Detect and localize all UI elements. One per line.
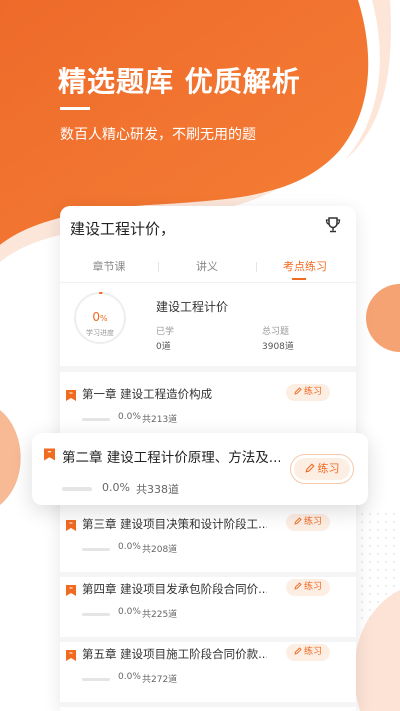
tabs-divider [60,282,356,283]
practice-button[interactable]: 练习 [286,579,330,596]
bookmark-icon [66,520,76,531]
pen-icon [294,582,302,590]
progress-label: 学习进度 [86,329,114,337]
chapter-progress-bar [82,613,110,616]
chapter-percent: 0.0% [102,481,130,494]
progress-percent: 0% [92,310,108,324]
tab-handout[interactable]: 讲义 [158,258,256,274]
highlighted-chapter-row[interactable]: 第二章 建设工程计价原理、方法及... 0.0% 共338道 练习 [32,433,368,505]
chapter-total: 共213道 [142,415,178,425]
chapter-title: 第四章 建设项目发承包阶段合同价... [82,582,267,596]
practice-button[interactable]: 练习 [286,644,330,661]
practice-button[interactable]: 练习 [286,514,330,531]
chapter-title: 第一章 建设工程造价构成 [82,387,213,401]
chapter-progress-bar [82,678,110,681]
practice-button[interactable]: 练习 [286,384,330,401]
banner-tagline: 数百人精心研发，不刷无用的题 [60,127,256,143]
pen-icon [294,387,302,395]
chapter-total: 共225道 [142,610,178,620]
chapter-percent: 0.0% [118,542,141,552]
tab-point-practice[interactable]: 考点练习 [256,258,354,274]
chapter-total: 共272道 [142,675,178,685]
chapter-percent: 0.0% [118,607,141,617]
chapter-total: 共338道 [136,483,179,496]
chapter-total: 共208道 [142,545,178,555]
chapter-progress-bar [82,418,110,421]
pen-icon [294,517,302,525]
bookmark-icon [66,390,76,401]
section-divider [60,366,356,372]
bookmark-icon [66,650,76,661]
practice-button-ring: 练习 [290,454,354,484]
pen-icon [294,647,302,655]
banner-divider [60,107,90,110]
trophy-icon[interactable] [324,216,342,234]
tab-chapter-course[interactable]: 章节课 [60,258,158,274]
pen-icon [304,463,315,473]
studied-value: 0道 [156,342,171,352]
chapter-title: 第五章 建设项目施工阶段合同价款... [82,647,267,661]
chapter-title: 第二章 建设工程计价原理、方法及... [62,450,280,466]
course-title: 建设工程计价， [70,220,176,238]
summary-title: 建设工程计价 [156,300,229,314]
chapter-percent: 0.0% [118,672,141,682]
practice-button[interactable]: 练习 [294,458,350,480]
row-divider [60,572,356,577]
bookmark-icon [44,448,55,461]
chapter-title: 第三章 建设项目决策和设计阶段工... [82,517,267,531]
banner-headline: 精选题库 优质解析 [58,65,301,98]
bookmark-icon [66,585,76,596]
chapter-progress-bar [62,487,92,491]
row-divider [60,637,356,642]
active-tab-indicator [292,278,306,280]
studied-label: 已学 [156,327,175,337]
total-questions-value: 3908道 [262,342,294,352]
chapter-percent: 0.0% [118,412,141,422]
row-divider [60,702,356,707]
chapter-row[interactable]: 第五章 建设项目施工阶段合同价款... 练习 0.0% 共272道 [60,644,356,707]
chapter-row[interactable]: 第三章 建设项目决策和设计阶段工... 练习 0.0% 共208道 [60,514,356,577]
chapter-progress-bar [82,548,110,551]
chapter-row[interactable]: 第四章 建设项目发承包阶段合同价... 练习 0.0% 共225道 [60,579,356,642]
total-questions-label: 总习题 [262,327,290,337]
